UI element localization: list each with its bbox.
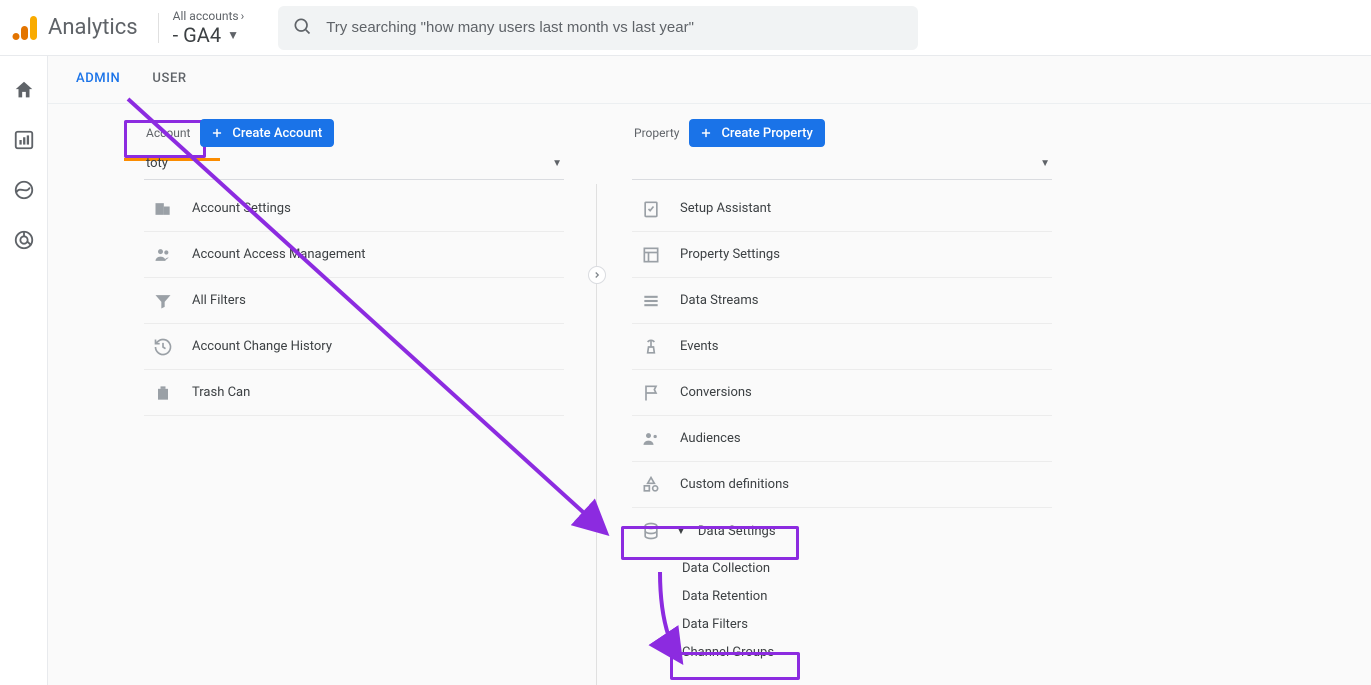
sub-label: Data Filters: [682, 617, 748, 632]
reports-icon[interactable]: [12, 128, 36, 152]
admin-tabs: ADMIN USER: [48, 56, 1371, 104]
chevron-right-icon: ›: [241, 9, 245, 23]
account-history-item[interactable]: Account Change History: [144, 324, 564, 370]
search-icon: [292, 16, 312, 40]
audiences-item[interactable]: Audiences: [632, 416, 1052, 462]
breadcrumb[interactable]: All accounts › - GA4 ▼: [163, 9, 255, 47]
tab-user[interactable]: USER: [152, 56, 186, 104]
events-item[interactable]: Events: [632, 324, 1052, 370]
data-streams-item[interactable]: Data Streams: [632, 278, 1052, 324]
home-icon[interactable]: [12, 78, 36, 102]
tap-icon: [640, 336, 662, 358]
audience-icon: [640, 428, 662, 450]
search-input[interactable]: [326, 19, 904, 36]
account-column: Account Create Account toty ▼ Account Se…: [144, 120, 564, 685]
channel-groups-item[interactable]: Channel Groups: [682, 638, 1052, 666]
item-label: Property Settings: [680, 247, 780, 262]
caret-down-icon: ▼: [676, 526, 686, 537]
data-retention-item[interactable]: Data Retention: [682, 582, 1052, 610]
plus-icon: [697, 124, 715, 142]
breadcrumb-bottom[interactable]: - GA4 ▼: [173, 23, 245, 47]
database-icon: [640, 520, 662, 542]
data-collection-item[interactable]: Data Collection: [682, 554, 1052, 582]
item-label: Data Streams: [680, 293, 758, 308]
item-label: Account Settings: [192, 201, 291, 216]
account-header: Account Create Account: [144, 120, 564, 146]
streams-icon: [640, 290, 662, 312]
building-icon: [152, 198, 174, 220]
filter-icon: [152, 290, 174, 312]
item-label: Custom definitions: [680, 477, 789, 492]
property-header: Property Create Property: [632, 120, 1052, 146]
data-filters-item[interactable]: Data Filters: [682, 610, 1052, 638]
data-settings-children: Data Collection Data Retention Data Filt…: [632, 554, 1052, 666]
sub-label: Data Retention: [682, 589, 767, 604]
topbar: Analytics All accounts › - GA4 ▼: [0, 0, 1371, 56]
conversions-item[interactable]: Conversions: [632, 370, 1052, 416]
brand-name: Analytics: [48, 15, 138, 40]
item-label: Events: [680, 339, 718, 354]
flag-icon: [640, 382, 662, 404]
main: ADMIN USER Account Create Account toty ▼: [48, 56, 1371, 685]
brand: Analytics: [8, 14, 154, 42]
divider: [158, 13, 159, 43]
property-column: Property Create Property ▼ Setup Assista…: [632, 120, 1052, 685]
advertising-icon[interactable]: [12, 228, 36, 252]
shapes-icon: [640, 474, 662, 496]
admin-content: Account Create Account toty ▼ Account Se…: [48, 120, 1371, 685]
breadcrumb-top: All accounts ›: [173, 9, 245, 23]
item-label: Trash Can: [192, 385, 250, 400]
layout-icon: [640, 244, 662, 266]
item-label: Audiences: [680, 431, 741, 446]
checklist-icon: [640, 198, 662, 220]
trash-icon: [152, 382, 174, 404]
item-label: Account Access Management: [192, 247, 366, 262]
sub-label: Channel Groups: [682, 645, 774, 660]
sub-label: Data Collection: [682, 561, 770, 576]
dropdown-icon: ▼: [1040, 158, 1050, 169]
setup-assistant-item[interactable]: Setup Assistant: [632, 186, 1052, 232]
custom-definitions-item[interactable]: Custom definitions: [632, 462, 1052, 508]
property-settings-item[interactable]: Property Settings: [632, 232, 1052, 278]
item-label: Data Settings: [698, 524, 776, 539]
account-settings-item[interactable]: Account Settings: [144, 186, 564, 232]
breadcrumb-all-accounts: All accounts: [173, 9, 239, 23]
account-label: Account: [146, 126, 190, 140]
property-label: Property: [634, 126, 679, 140]
create-property-label: Create Property: [721, 126, 812, 141]
plus-icon: [208, 124, 226, 142]
account-selector[interactable]: toty ▼: [144, 152, 564, 180]
data-settings-item[interactable]: ▼ Data Settings: [632, 508, 1052, 554]
property-menu: Setup Assistant Property Settings Data S…: [632, 186, 1052, 666]
account-menu: Account Settings Account Access Manageme…: [144, 186, 564, 416]
trash-can-item[interactable]: Trash Can: [144, 370, 564, 416]
history-icon: [152, 336, 174, 358]
item-label: Conversions: [680, 385, 752, 400]
dropdown-icon: ▼: [552, 158, 562, 169]
search-bar[interactable]: [278, 6, 918, 50]
caret-down-icon: ▼: [227, 28, 239, 42]
create-account-label: Create Account: [232, 126, 322, 141]
all-filters-item[interactable]: All Filters: [144, 278, 564, 324]
explore-icon[interactable]: [12, 178, 36, 202]
tab-admin[interactable]: ADMIN: [76, 56, 120, 104]
item-label: Account Change History: [192, 339, 332, 354]
item-label: All Filters: [192, 293, 246, 308]
item-label: Setup Assistant: [680, 201, 771, 216]
create-property-button[interactable]: Create Property: [689, 119, 824, 147]
analytics-logo-icon: [12, 14, 40, 42]
create-account-button[interactable]: Create Account: [200, 119, 334, 147]
property-selector[interactable]: ▼: [632, 152, 1052, 180]
people-icon: [152, 244, 174, 266]
account-access-item[interactable]: Account Access Management: [144, 232, 564, 278]
left-rail: [0, 56, 48, 685]
account-selected: toty: [146, 156, 168, 171]
breadcrumb-property-name: - GA4: [173, 23, 221, 47]
